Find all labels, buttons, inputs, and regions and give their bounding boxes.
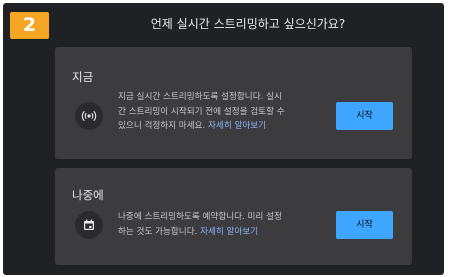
option-heading-now: 지금 bbox=[72, 70, 94, 84]
option-heading-later: 나중에 bbox=[72, 188, 104, 202]
description-line: 지금 실시간 스트리밍하도록 설정합니다. 실시 bbox=[118, 92, 282, 102]
description-line: 나중에 스트리밍하도록 예약합니다. 미리 설정 bbox=[118, 212, 282, 222]
description-text: 있으니 걱정하지 마세요. bbox=[118, 121, 206, 131]
step-number-badge: 2 bbox=[10, 12, 49, 39]
description-line-last: 하는 것도 가능합니다. 자세히 알아보기 bbox=[118, 225, 318, 240]
broadcast-icon bbox=[75, 102, 103, 130]
description-text: 하는 것도 가능합니다. bbox=[118, 226, 198, 237]
start-now-button[interactable]: 시작 bbox=[336, 102, 393, 130]
screenshot-frame: 2 언제 실시간 스트리밍하고 싶으신가요? 지금 지금 실시간 스트리밍하도록… bbox=[0, 0, 449, 277]
option-card-later: 나중에 나중에 스트리밍하도록 예약합니다. 미리 설정 하는 것도 가능합니다… bbox=[55, 168, 412, 265]
option-description-later: 나중에 스트리밍하도록 예약합니다. 미리 설정 하는 것도 가능합니다. 자세… bbox=[118, 210, 318, 239]
description-line-last: 있으니 걱정하지 마세요. 자세히 알아보기 bbox=[118, 119, 318, 134]
learn-more-link[interactable]: 자세히 알아보기 bbox=[200, 227, 258, 237]
start-later-button[interactable]: 시작 bbox=[336, 211, 393, 239]
stream-timing-dialog: 2 언제 실시간 스트리밍하고 싶으신가요? 지금 지금 실시간 스트리밍하도록… bbox=[3, 3, 444, 275]
description-line: 간 스트리밍이 시작되기 전에 설정을 검토할 수 bbox=[118, 106, 285, 117]
option-description-now: 지금 실시간 스트리밍하도록 설정합니다. 실시 간 스트리밍이 시작되기 전에… bbox=[118, 90, 318, 134]
option-card-now: 지금 지금 실시간 스트리밍하도록 설정합니다. 실시 간 스트리밍이 시작되기… bbox=[55, 47, 412, 159]
calendar-icon bbox=[75, 211, 103, 239]
learn-more-link[interactable]: 자세히 알아보기 bbox=[208, 121, 266, 131]
dialog-title: 언제 실시간 스트리밍하고 싶으신가요? bbox=[150, 17, 346, 31]
